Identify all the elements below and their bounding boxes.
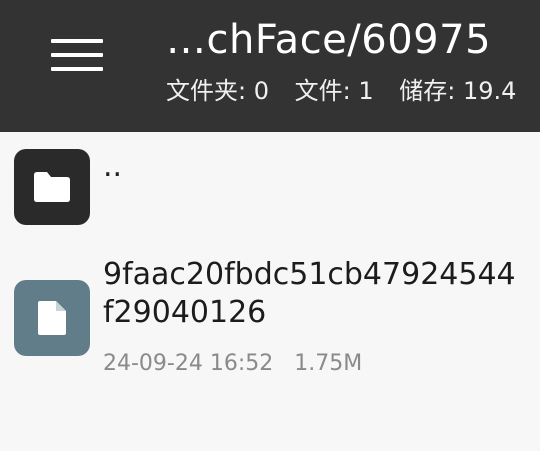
parent-directory-item[interactable]: ..: [0, 132, 540, 232]
directory-stats: 文件夹: 0 文件: 1 储存: 19.4: [166, 73, 516, 109]
file-meta: 24-09-24 16:52 1.75M: [103, 351, 362, 376]
file-date: 24-09-24 16:52: [103, 351, 274, 376]
storage-size: 储存: 19.4: [399, 77, 517, 105]
folder-count: 文件夹: 0: [166, 77, 269, 105]
file-size: 1.75M: [294, 351, 363, 376]
app-bar: …chFace/60975 文件夹: 0 文件: 1 储存: 19.4: [0, 0, 540, 132]
file-name: 9faac20fbdc51cb47924544f29040126: [103, 257, 516, 330]
page-title: …chFace/60975: [166, 17, 492, 63]
menu-icon[interactable]: [44, 30, 110, 80]
parent-directory-label: ..: [103, 149, 123, 184]
file-icon: [14, 280, 90, 356]
folder-icon: [14, 149, 90, 225]
file-count: 文件: 1: [294, 77, 374, 105]
